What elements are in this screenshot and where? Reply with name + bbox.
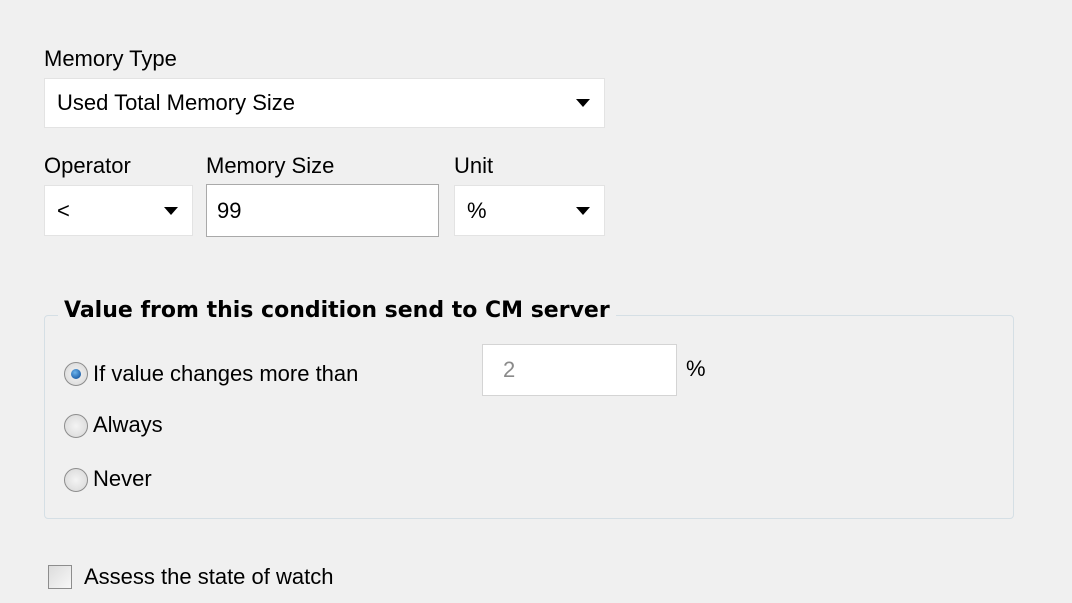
memory-size-label: Memory Size (206, 153, 335, 178)
radio-if-value-changes[interactable] (64, 362, 88, 386)
memory-condition-panel: Memory Type Used Total Memory Size Opera… (0, 0, 1072, 603)
unit-label: Unit (454, 153, 494, 178)
radio-if-value-changes-label[interactable]: If value changes more than (93, 361, 358, 387)
radio-always-label[interactable]: Always (93, 412, 163, 438)
threshold-unit-label: % (686, 356, 706, 381)
radio-always[interactable] (64, 414, 88, 438)
assess-state-label[interactable]: Assess the state of watch (84, 564, 333, 590)
unit-dropdown[interactable]: % (454, 185, 605, 236)
radio-never[interactable] (64, 468, 88, 492)
operator-dropdown[interactable]: < (44, 185, 193, 236)
memory-size-input[interactable]: 99 (206, 184, 439, 237)
threshold-input[interactable]: 2 (482, 344, 677, 396)
chevron-down-icon (576, 206, 590, 215)
radio-never-label[interactable]: Never (93, 466, 152, 492)
unit-value: % (467, 197, 487, 223)
assess-state-checkbox[interactable] (48, 565, 72, 589)
chevron-down-icon (576, 99, 590, 107)
memory-type-label: Memory Type (44, 46, 177, 71)
memory-size-value: 99 (217, 197, 242, 223)
operator-label: Operator (44, 153, 131, 178)
operator-value: < (57, 197, 70, 223)
threshold-value: 2 (503, 357, 516, 382)
send-to-cm-server-title: Value from this condition send to CM ser… (58, 298, 616, 324)
memory-type-dropdown[interactable]: Used Total Memory Size (44, 78, 605, 128)
chevron-down-icon (164, 206, 178, 215)
memory-type-value: Used Total Memory Size (57, 90, 296, 115)
